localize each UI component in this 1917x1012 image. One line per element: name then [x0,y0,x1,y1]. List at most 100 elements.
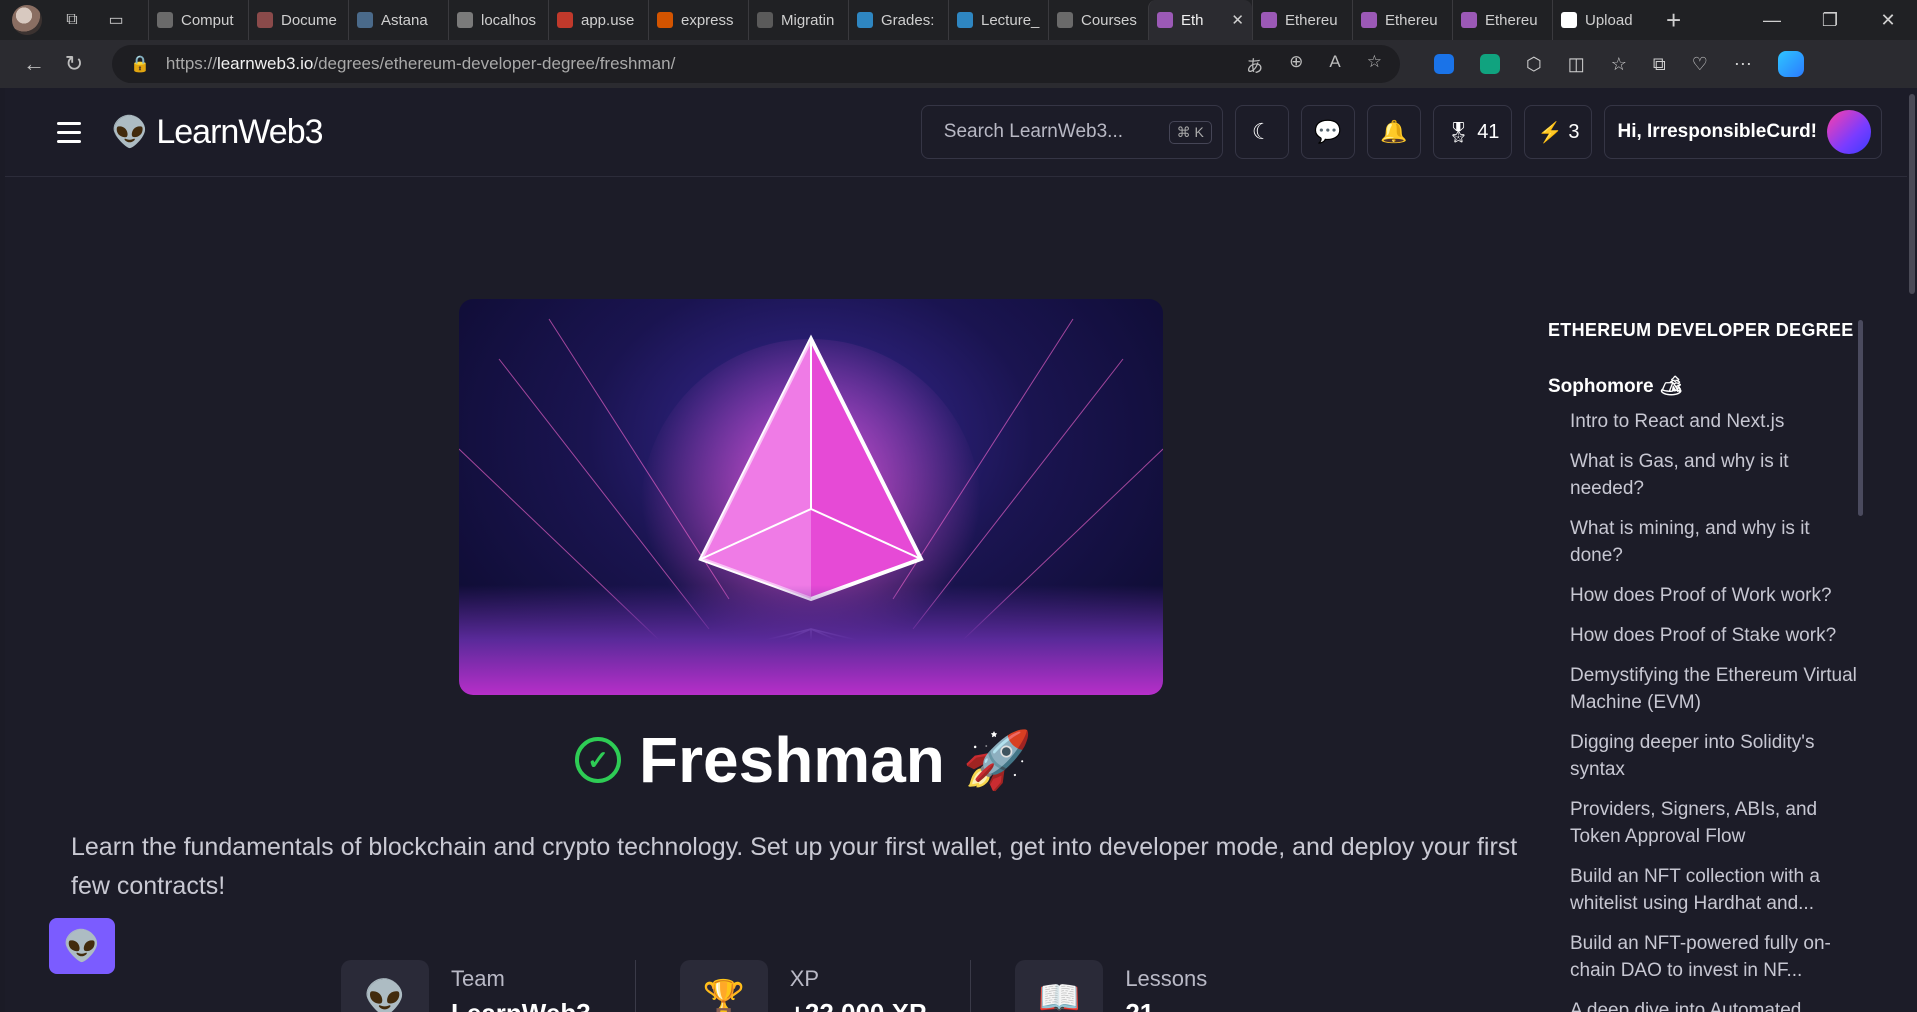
tab-label: localhos [481,11,537,29]
theme-toggle-moon-icon[interactable]: ☾ [1234,105,1289,159]
browser-tab[interactable]: Docume [248,0,348,40]
profile-avatar[interactable] [12,5,42,35]
badges-button[interactable]: 🎖 41 [1432,105,1513,159]
level-stats: 👽 Team LearnWeb3 🏆 XP +22,000 XP 📖 Lessons 21 [341,960,1295,1012]
streak-button[interactable]: ⚡ 3 [1524,105,1593,159]
notifications-bell-icon[interactable]: 🔔 [1366,105,1421,159]
sidebar-lesson-item[interactable]: Intro to React and Next.js [1548,408,1860,448]
tab-label: Ethereu [1285,11,1338,29]
browser-tab[interactable]: Eth ✕ [1148,0,1252,40]
address-bar[interactable]: 🔒 https://learnweb3.io/degrees/ethereum-… [112,45,1400,83]
tab-favicon-icon [1361,12,1377,28]
stat-value: LearnWeb3 [451,998,591,1012]
browser-tab[interactable]: localhos [448,0,548,40]
level-description: Learn the fundamentals of blockchain and… [71,833,1518,900]
health-icon[interactable]: ♡ [1692,54,1708,75]
sidebar-lesson-item[interactable]: What is mining, and why is it done? [1548,515,1860,582]
favorites-icon[interactable]: ☆ [1611,54,1627,75]
chatgpt-extension-icon[interactable] [1480,54,1500,74]
brand-logo[interactable]: 👽 LearnWeb3 [111,112,324,152]
split-screen-icon[interactable]: ◫ [1568,54,1585,75]
tab-label: Ethereu [1485,11,1538,29]
browser-tab[interactable]: app.use [548,0,648,40]
refresh-icon[interactable]: ↻ [54,51,94,77]
sidebar-lesson-item[interactable]: How does Proof of Work work? [1548,582,1860,622]
window-controls: — ❐ ✕ [1743,10,1917,31]
workspaces-icon[interactable]: ⧉ [58,6,86,34]
tab-favicon-icon [1461,12,1477,28]
browser-tab[interactable]: express [648,0,748,40]
browser-tab[interactable]: Comput [148,0,248,40]
browser-tab-bar: ⧉ ▭ Comput Docume Astana localhos app.use exp… [0,0,1917,40]
stat-team-icon: 👽 [341,960,429,1012]
sidebar-lesson-item[interactable]: Demystifying the Ethereum Virtual Machin… [1548,662,1860,729]
browser-tab[interactable]: Ethereu [1252,0,1352,40]
collections-icon[interactable]: ⧉ [1653,54,1666,75]
search-shortcut: ⌘ K [1168,120,1212,144]
url-path: /degrees/ethereum-developer-degree/fresh… [313,54,676,73]
url-host: learnweb3.io [216,54,314,73]
tab-favicon-icon [757,12,773,28]
sidebar-lesson-item[interactable]: Providers, Signers, ABIs, and Token Appr… [1548,796,1860,863]
tab-favicon-icon [1261,12,1277,28]
sidebar-scrollbar[interactable] [1858,320,1863,516]
browser-tab[interactable]: Ethereu [1352,0,1452,40]
completed-check-icon: ✓ [575,737,621,783]
sidebar-lesson-item[interactable]: How does Proof of Stake work? [1548,622,1860,662]
tab-favicon-icon [157,12,173,28]
browser-tab[interactable]: Courses [1048,0,1148,40]
tab-favicon-icon [957,12,973,28]
shazam-extension-icon[interactable] [1434,54,1454,74]
sidebar-lesson-item[interactable]: Build an NFT-powered fully on-chain DAO … [1548,930,1860,997]
back-icon[interactable]: ← [14,51,54,77]
tab-favicon-icon [1561,12,1577,28]
sidebar-lesson-item[interactable]: A deep dive into Automated [1548,997,1860,1012]
close-tab-icon[interactable]: ✕ [1231,11,1244,29]
stat-team: 👽 Team LearnWeb3 [341,960,636,1012]
tab-strip: Comput Docume Astana localhos app.use express… [148,0,1652,40]
page-scrollbar[interactable] [1907,88,1917,1012]
zoom-icon[interactable]: ⊕ [1289,52,1303,77]
sidebar-year-heading[interactable]: Sophomore 🏕 [1548,374,1860,398]
hamburger-menu-icon[interactable] [57,121,91,143]
sidebar-lesson-item[interactable]: What is Gas, and why is it needed? [1548,448,1860,515]
brand-name: LearnWeb3 [156,112,323,151]
extensions-icon[interactable]: ⬡ [1526,54,1542,75]
assistant-floating-button[interactable]: 👽 [49,918,115,974]
translate-icon[interactable]: あ [1246,52,1263,77]
medal-icon: 🎖 [1445,121,1472,144]
page-content: 👽 LearnWeb3 Search LearnWeb3... ⌘ K ☾ 💬 … [5,88,1912,1012]
browser-tab[interactable]: Astana [348,0,448,40]
browser-tab[interactable]: Lecture_ [948,0,1048,40]
browser-tab[interactable]: Upload [1552,0,1652,40]
browser-tab[interactable]: Migratin [748,0,848,40]
tab-label: Ethereu [1385,11,1438,29]
tab-favicon-icon [1157,12,1173,28]
tab-actions-icon[interactable]: ▭ [102,6,130,34]
browser-tab[interactable]: Grades: [848,0,948,40]
tab-label: Grades: [881,11,935,29]
tab-label: express [681,11,734,29]
close-window-button[interactable]: ✕ [1859,10,1917,31]
more-menu-icon[interactable]: ⋯ [1734,54,1752,75]
browser-tab[interactable]: Ethereu [1452,0,1552,40]
minimize-button[interactable]: — [1743,10,1801,31]
learnweb3-logo-icon: 👽 [111,115,149,149]
copilot-icon[interactable] [1777,51,1804,77]
stat-label: Lessons [1125,966,1208,991]
user-menu-button[interactable]: Hi, IrresponsibleCurd! [1604,105,1882,159]
new-tab-button[interactable]: + [1666,5,1681,36]
favorite-star-icon[interactable]: ☆ [1367,52,1382,77]
chat-icon[interactable]: 💬 [1300,105,1355,159]
restore-button[interactable]: ❐ [1801,10,1859,31]
sidebar-lesson-item[interactable]: Build an NFT collection with a whitelist… [1548,863,1860,930]
tab-favicon-icon [257,12,273,28]
tab-favicon-icon [557,12,573,28]
sidebar-degree-heading: ETHEREUM DEVELOPER DEGREE [1548,320,1854,340]
tab-label: Lecture_ [981,11,1040,29]
search-button[interactable]: Search LearnWeb3... ⌘ K [920,105,1223,159]
read-aloud-icon[interactable]: A [1329,52,1340,77]
lesson-list: Intro to React and Next.js What is Gas, a… [1548,408,1860,1012]
stat-label: Team [451,966,505,991]
sidebar-lesson-item[interactable]: Digging deeper into Solidity's syntax [1548,729,1860,796]
